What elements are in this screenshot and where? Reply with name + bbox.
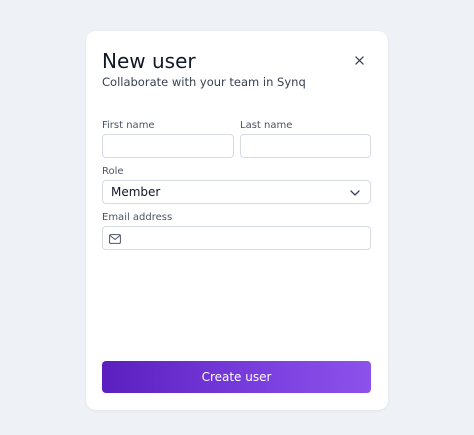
- close-icon: [354, 55, 364, 65]
- email-label: Email address: [102, 212, 173, 223]
- role-select[interactable]: Member: [102, 180, 371, 204]
- first-name-label: First name: [102, 120, 155, 131]
- email-field[interactable]: [102, 226, 371, 250]
- new-user-dialog: New user Collaborate with your team in S…: [86, 31, 388, 410]
- role-select-value: Member: [111, 185, 161, 199]
- dialog-title: New user: [102, 49, 196, 73]
- role-label: Role: [102, 166, 124, 177]
- last-name-field[interactable]: [240, 134, 371, 158]
- dialog-subtitle: Collaborate with your team in Synq: [102, 75, 306, 89]
- close-button[interactable]: [350, 51, 368, 69]
- last-name-label: Last name: [240, 120, 293, 131]
- chevron-down-icon: [350, 190, 360, 196]
- mail-icon: [109, 234, 121, 244]
- first-name-field[interactable]: [102, 134, 234, 158]
- create-user-button[interactable]: Create user: [102, 361, 371, 393]
